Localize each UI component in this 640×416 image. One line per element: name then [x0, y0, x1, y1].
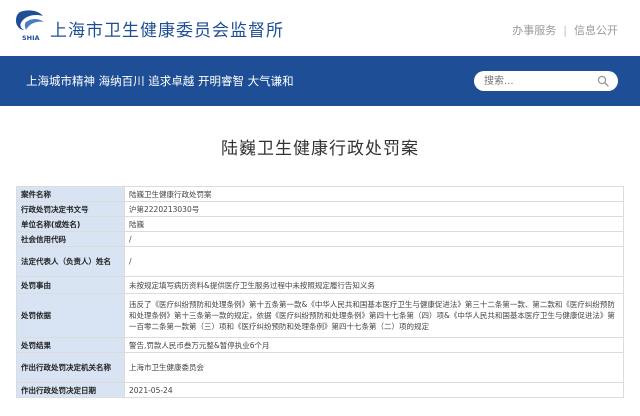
- site-title[interactable]: 上海市卫生健康委员会监督所: [50, 16, 284, 41]
- row-label: 处罚结果: [16, 337, 125, 353]
- row-value: 违反了《医疗纠纷预防和处理条例》第十五条第一款&《中华人民共和国基本医疗卫生与健…: [124, 293, 624, 338]
- row-label: 行政处罚决定书文号: [16, 201, 125, 217]
- row-value: 2021-05-24: [124, 382, 624, 398]
- banner: 上海城市精神 海纳百川 追求卓越 开明睿智 大气谦和: [0, 56, 640, 106]
- table-row: 单位名称(或姓名) 陆巍: [16, 216, 624, 232]
- row-value: 沪第2220213030号: [124, 201, 624, 217]
- search-box[interactable]: [474, 71, 618, 91]
- table-row: 处罚依据 违反了《医疗纠纷预防和处理条例》第十五条第一款&《中华人民共和国基本医…: [16, 293, 624, 338]
- row-value: 未按规定填写病历资料&提供医疗卫生服务过程中未按照规定履行告知义务: [124, 276, 624, 294]
- row-value: 上海市卫生健康委员会: [124, 352, 624, 383]
- table-row: 行政处罚决定书文号 沪第2220213030号: [16, 201, 624, 217]
- row-label: 单位名称(或姓名): [16, 216, 125, 232]
- row-value: 陆巍卫生健康行政处罚案: [124, 186, 624, 202]
- row-label: 作出行政处罚决定机关名称: [16, 352, 125, 383]
- search-icon[interactable]: [597, 75, 609, 87]
- row-value: /: [124, 231, 624, 247]
- row-label: 作出行政处罚决定日期: [16, 382, 125, 398]
- top-links: 办事服务 | 信息公开: [512, 22, 618, 38]
- service-link[interactable]: 办事服务: [512, 24, 556, 37]
- penalty-info-table: 案件名称 陆巍卫生健康行政处罚案 行政处罚决定书文号 沪第2220213030号…: [16, 186, 624, 398]
- row-label: 处罚依据: [16, 293, 125, 338]
- row-label: 法定代表人（负责人）姓名: [16, 246, 125, 277]
- link-separator: |: [563, 24, 567, 37]
- logo-text: SHIA: [22, 34, 40, 42]
- table-row: 案件名称 陆巍卫生健康行政处罚案: [16, 186, 624, 202]
- row-value: /: [124, 246, 624, 277]
- row-value: 陆巍: [124, 216, 624, 232]
- row-label: 案件名称: [16, 186, 125, 202]
- logo-icon[interactable]: SHIA: [14, 8, 48, 44]
- slogan: 上海城市精神 海纳百川 追求卓越 开明睿智 大气谦和: [26, 74, 294, 88]
- table-row: 处罚事由 未按规定填写病历资料&提供医疗卫生服务过程中未按照规定履行告知义务: [16, 276, 624, 294]
- page-title: 陆巍卫生健康行政处罚案: [221, 139, 419, 159]
- site-header: SHIA 上海市卫生健康委员会监督所 办事服务 | 信息公开: [0, 0, 640, 56]
- table-row: 作出行政处罚决定机关名称 上海市卫生健康委员会: [16, 352, 624, 383]
- row-value: 警告,罚款人民币叁万元整&暂停执业6个月: [124, 337, 624, 353]
- table-row: 法定代表人（负责人）姓名 /: [16, 246, 624, 277]
- row-label: 社会信用代码: [16, 231, 125, 247]
- table-row: 处罚结果 警告,罚款人民币叁万元整&暂停执业6个月: [16, 337, 624, 353]
- table-row: 作出行政处罚决定日期 2021-05-24: [16, 382, 624, 398]
- search-input[interactable]: [484, 74, 584, 88]
- row-label: 处罚事由: [16, 276, 125, 294]
- info-disclosure-link[interactable]: 信息公开: [574, 24, 618, 37]
- table-row: 社会信用代码 /: [16, 231, 624, 247]
